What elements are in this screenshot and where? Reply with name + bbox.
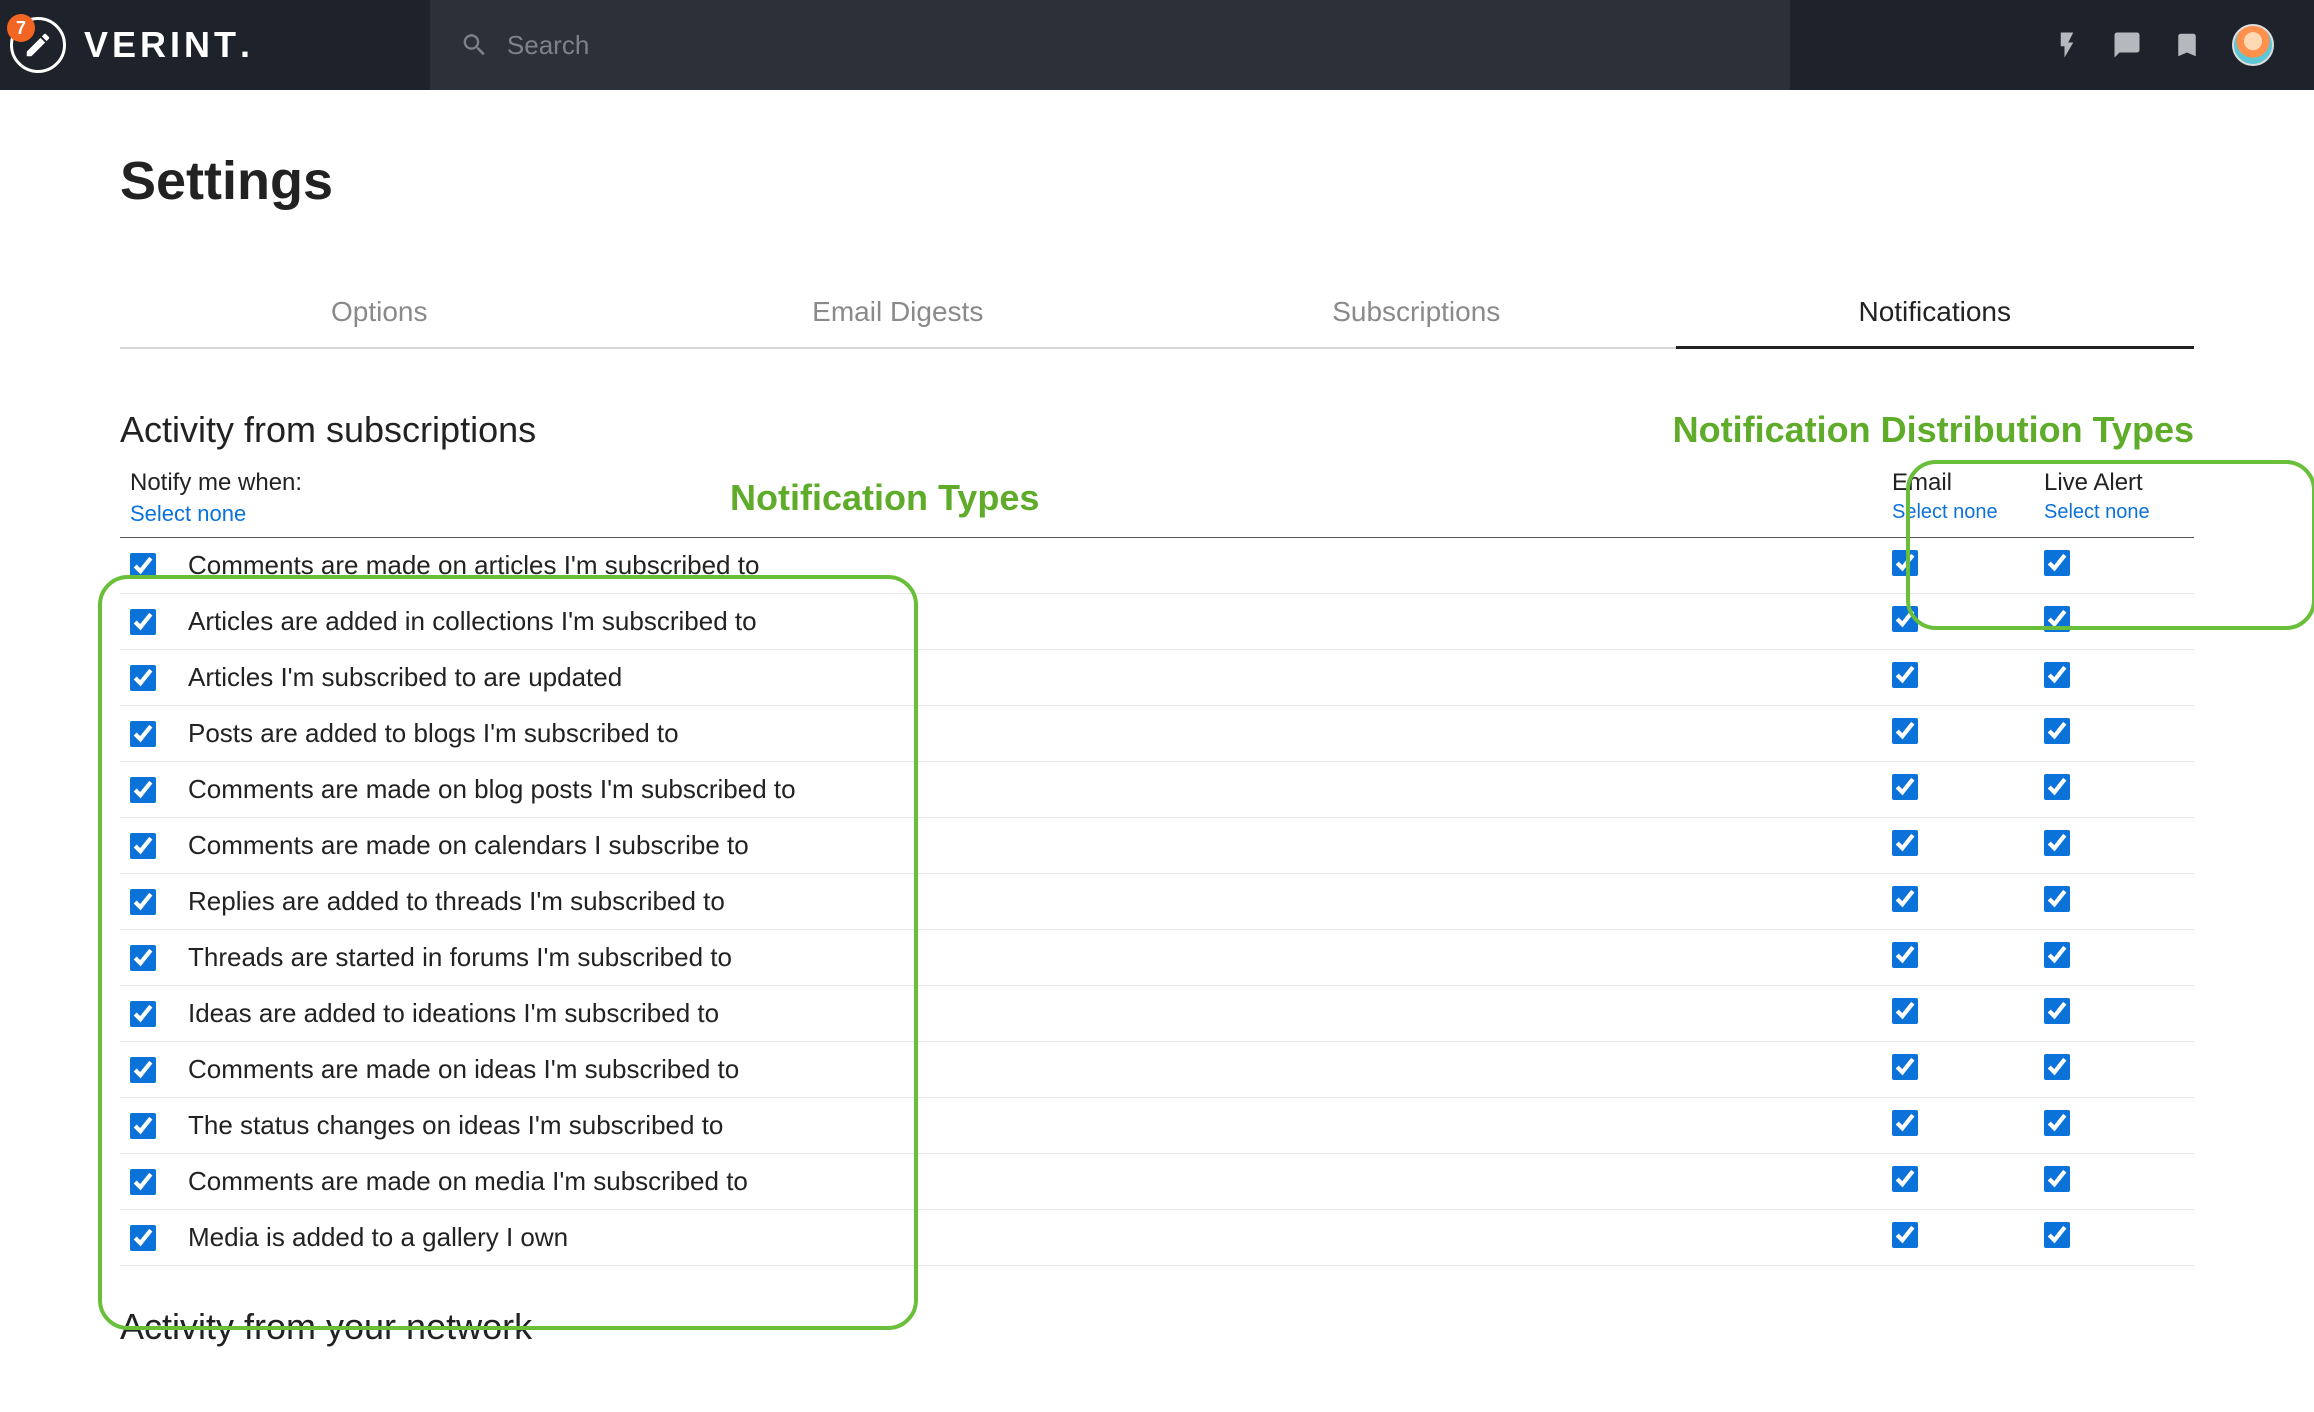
table-row: Threads are started in forums I'm subscr… — [120, 930, 2194, 986]
row-livealert-checkbox[interactable] — [2044, 718, 2070, 744]
select-none-email[interactable]: Select none — [1892, 501, 2032, 524]
row-enable-checkbox[interactable] — [130, 833, 156, 859]
row-enable-checkbox[interactable] — [130, 553, 156, 579]
row-enable-checkbox[interactable] — [130, 1169, 156, 1195]
annotation-distribution-types: Notification Distribution Types — [1673, 409, 2194, 451]
row-livealert-checkbox[interactable] — [2044, 1166, 2070, 1192]
row-livealert-checkbox[interactable] — [2044, 830, 2070, 856]
column-live-alert-header: Live Alert — [2044, 469, 2184, 497]
page-title: Settings — [120, 150, 2194, 212]
row-email-checkbox[interactable] — [1892, 1166, 1918, 1192]
row-livealert-checkbox[interactable] — [2044, 606, 2070, 632]
table-row: Articles are added in collections I'm su… — [120, 594, 2194, 650]
row-email-checkbox[interactable] — [1892, 662, 1918, 688]
column-live-alert: Live Alert Select none — [2044, 469, 2184, 527]
section-title-network: Activity from your network — [120, 1306, 2194, 1348]
row-label: Articles I'm subscribed to are updated — [188, 662, 1892, 693]
row-label: Comments are made on ideas I'm subscribe… — [188, 1054, 1892, 1085]
page-content: Settings Options Email Digests Subscript… — [0, 90, 2314, 1408]
search-bar[interactable] — [430, 0, 1790, 90]
column-email-header: Email — [1892, 469, 2032, 497]
row-livealert-checkbox[interactable] — [2044, 942, 2070, 968]
search-input[interactable] — [507, 30, 1760, 61]
notification-badge: 7 — [7, 14, 35, 42]
annotation-notification-types: Notification Types — [730, 477, 1039, 519]
row-enable-checkbox[interactable] — [130, 945, 156, 971]
row-livealert-checkbox[interactable] — [2044, 1054, 2070, 1080]
row-email-checkbox[interactable] — [1892, 1110, 1918, 1136]
chat-icon[interactable] — [2112, 30, 2142, 60]
row-email-checkbox[interactable] — [1892, 1222, 1918, 1248]
tab-options[interactable]: Options — [120, 282, 639, 347]
select-none-main[interactable]: Select none — [120, 501, 246, 527]
compose-button[interactable]: 7 — [10, 17, 66, 73]
row-enable-checkbox[interactable] — [130, 721, 156, 747]
row-label: Posts are added to blogs I'm subscribed … — [188, 718, 1892, 749]
row-enable-checkbox[interactable] — [130, 665, 156, 691]
row-label: Comments are made on calendars I subscri… — [188, 830, 1892, 861]
table-row: Comments are made on articles I'm subscr… — [120, 538, 2194, 594]
tab-notifications[interactable]: Notifications — [1676, 282, 2195, 349]
table-row: The status changes on ideas I'm subscrib… — [120, 1098, 2194, 1154]
select-none-live-alert[interactable]: Select none — [2044, 501, 2184, 524]
row-label: Comments are made on blog posts I'm subs… — [188, 774, 1892, 805]
notify-me-label: Notify me when: — [120, 469, 540, 497]
row-label: Threads are started in forums I'm subscr… — [188, 942, 1892, 973]
lightning-icon[interactable] — [2052, 30, 2082, 60]
table-row: Comments are made on calendars I subscri… — [120, 818, 2194, 874]
row-email-checkbox[interactable] — [1892, 942, 1918, 968]
row-label: Comments are made on media I'm subscribe… — [188, 1166, 1892, 1197]
row-email-checkbox[interactable] — [1892, 774, 1918, 800]
table-row: Comments are made on ideas I'm subscribe… — [120, 1042, 2194, 1098]
row-email-checkbox[interactable] — [1892, 718, 1918, 744]
row-label: The status changes on ideas I'm subscrib… — [188, 1110, 1892, 1141]
row-email-checkbox[interactable] — [1892, 998, 1918, 1024]
avatar[interactable] — [2232, 24, 2274, 66]
section-title: Activity from subscriptions — [120, 409, 536, 451]
search-icon — [460, 30, 489, 60]
table-row: Comments are made on blog posts I'm subs… — [120, 762, 2194, 818]
tab-subscriptions[interactable]: Subscriptions — [1157, 282, 1676, 347]
row-email-checkbox[interactable] — [1892, 886, 1918, 912]
header-actions — [2052, 24, 2294, 66]
row-email-checkbox[interactable] — [1892, 830, 1918, 856]
table-row: Replies are added to threads I'm subscri… — [120, 874, 2194, 930]
table-row: Ideas are added to ideations I'm subscri… — [120, 986, 2194, 1042]
table-row: Articles I'm subscribed to are updated — [120, 650, 2194, 706]
row-enable-checkbox[interactable] — [130, 1113, 156, 1139]
table-row: Comments are made on media I'm subscribe… — [120, 1154, 2194, 1210]
table-row: Media is added to a gallery I own — [120, 1210, 2194, 1266]
row-enable-checkbox[interactable] — [130, 1001, 156, 1027]
row-enable-checkbox[interactable] — [130, 1225, 156, 1251]
row-enable-checkbox[interactable] — [130, 609, 156, 635]
logo-area: 7 VERINT. — [10, 17, 430, 73]
settings-tabs: Options Email Digests Subscriptions Noti… — [120, 282, 2194, 349]
column-email: Email Select none — [1892, 469, 2032, 527]
row-label: Ideas are added to ideations I'm subscri… — [188, 998, 1892, 1029]
notification-rows: Comments are made on articles I'm subscr… — [120, 537, 2194, 1266]
row-email-checkbox[interactable] — [1892, 606, 1918, 632]
row-livealert-checkbox[interactable] — [2044, 1222, 2070, 1248]
brand-logo[interactable]: VERINT. — [84, 24, 254, 66]
row-label: Articles are added in collections I'm su… — [188, 606, 1892, 637]
row-livealert-checkbox[interactable] — [2044, 998, 2070, 1024]
bookmark-icon[interactable] — [2172, 30, 2202, 60]
row-enable-checkbox[interactable] — [130, 1057, 156, 1083]
row-email-checkbox[interactable] — [1892, 1054, 1918, 1080]
row-livealert-checkbox[interactable] — [2044, 886, 2070, 912]
row-label: Media is added to a gallery I own — [188, 1222, 1892, 1253]
row-livealert-checkbox[interactable] — [2044, 1110, 2070, 1136]
tab-email-digests[interactable]: Email Digests — [639, 282, 1158, 347]
row-enable-checkbox[interactable] — [130, 889, 156, 915]
row-livealert-checkbox[interactable] — [2044, 550, 2070, 576]
row-label: Replies are added to threads I'm subscri… — [188, 886, 1892, 917]
row-livealert-checkbox[interactable] — [2044, 662, 2070, 688]
row-label: Comments are made on articles I'm subscr… — [188, 550, 1892, 581]
app-header: 7 VERINT. — [0, 0, 2314, 90]
row-enable-checkbox[interactable] — [130, 777, 156, 803]
table-row: Posts are added to blogs I'm subscribed … — [120, 706, 2194, 762]
row-email-checkbox[interactable] — [1892, 550, 1918, 576]
row-livealert-checkbox[interactable] — [2044, 774, 2070, 800]
